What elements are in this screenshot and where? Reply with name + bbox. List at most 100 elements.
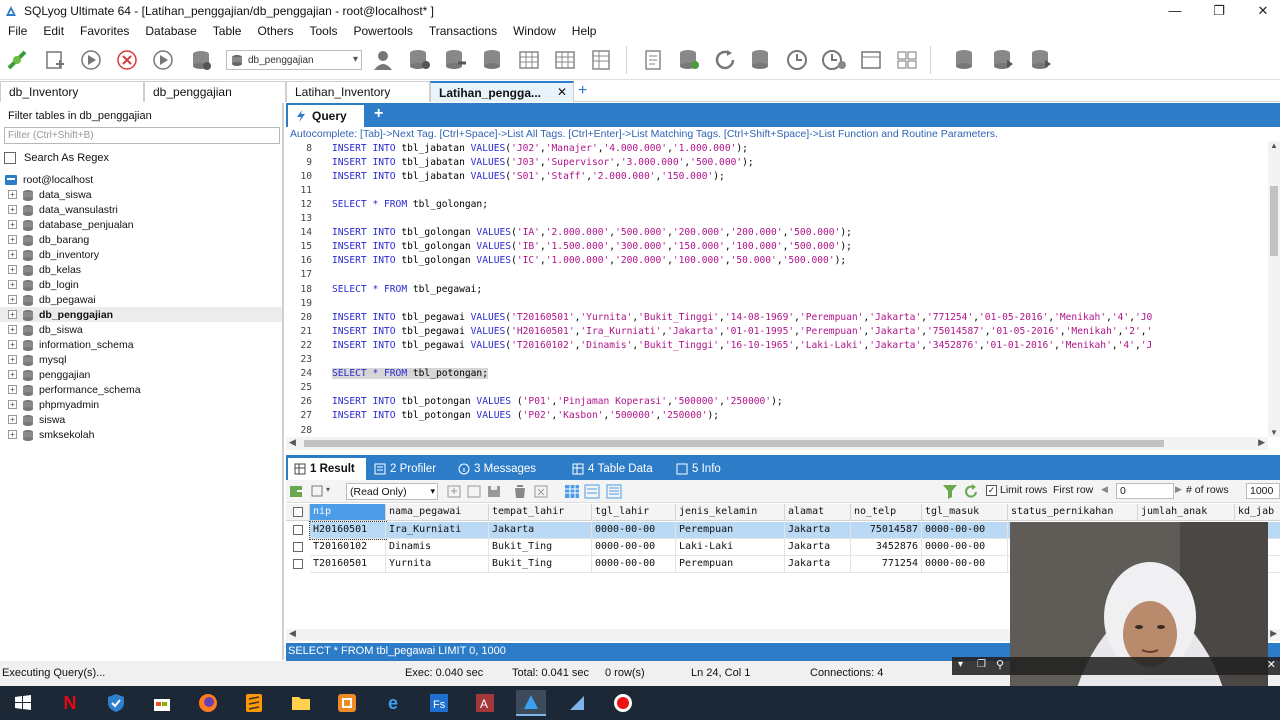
database-copy-icon[interactable] xyxy=(406,47,432,73)
tree-db-mysql[interactable]: + mysql xyxy=(0,352,66,367)
menu-powertools[interactable]: Powertools xyxy=(345,24,420,38)
editor-line[interactable]: 16 INSERT INTO tbl_golongan VALUES('IC','… xyxy=(286,254,846,268)
table-cell[interactable]: 0000-00-00 xyxy=(922,539,1008,556)
query-builder-icon[interactable] xyxy=(640,47,666,73)
expand-icon[interactable]: + xyxy=(8,250,17,259)
sqlyog-taskbar-icon[interactable] xyxy=(516,690,546,716)
editor-vertical-scrollbar[interactable]: ▲ ▼ xyxy=(1268,141,1280,437)
tab-latihan-inventory[interactable]: Latihan_Inventory xyxy=(286,81,430,102)
expand-icon[interactable]: + xyxy=(8,370,17,379)
menu-window[interactable]: Window xyxy=(505,24,564,38)
cam-close-icon[interactable]: ✕ xyxy=(1267,658,1276,671)
editor-line[interactable]: 24 SELECT * FROM tbl_potongan; xyxy=(286,367,488,381)
refresh-icon[interactable] xyxy=(712,47,738,73)
column-header-nip[interactable]: nip xyxy=(310,504,386,521)
column-header-tgl-masuk[interactable]: tgl_masuk xyxy=(922,504,1008,521)
tree-db-penggajian[interactable]: + penggajian xyxy=(0,367,90,382)
editor-line[interactable]: 17 xyxy=(286,268,332,282)
table-cell[interactable]: Jakarta xyxy=(785,556,851,573)
editor-line[interactable]: 26 INSERT INTO tbl_potongan VALUES ('P01'… xyxy=(286,395,782,409)
expand-icon[interactable]: + xyxy=(8,295,17,304)
expand-icon[interactable]: + xyxy=(8,280,17,289)
close-tab-icon[interactable]: ✕ xyxy=(557,85,567,99)
expand-icon[interactable]: + xyxy=(8,235,17,244)
tab-info[interactable]: 5 Info xyxy=(670,458,727,480)
column-header-tgl-lahir[interactable]: tgl_lahir xyxy=(592,504,676,521)
cancel-changes-icon[interactable] xyxy=(533,484,549,499)
tab-db-penggajian[interactable]: db_penggajian xyxy=(144,81,286,102)
menu-file[interactable]: File xyxy=(0,24,35,38)
maximize-button[interactable]: ❐ xyxy=(1196,0,1242,21)
tab-db-inventory[interactable]: db_Inventory xyxy=(0,81,144,102)
regex-checkbox-box[interactable] xyxy=(4,152,16,164)
menu-table[interactable]: Table xyxy=(205,24,250,38)
expand-icon[interactable]: + xyxy=(8,385,17,394)
duplicate-row-icon[interactable] xyxy=(466,484,482,499)
expand-icon[interactable]: + xyxy=(8,265,17,274)
table-cell[interactable]: Jakarta xyxy=(785,539,851,556)
row-checkbox[interactable] xyxy=(293,559,303,569)
firefox-icon[interactable] xyxy=(193,690,223,716)
record-icon[interactable] xyxy=(608,690,638,716)
editor-line[interactable]: 14 INSERT INTO tbl_golongan VALUES('IA','… xyxy=(286,226,851,240)
expand-icon[interactable]: + xyxy=(8,340,17,349)
refresh-object-icon[interactable] xyxy=(188,47,214,73)
copy-dropdown-icon[interactable]: ▾ xyxy=(326,485,330,494)
tree-db-db-barang[interactable]: + db_barang xyxy=(0,232,89,247)
text-view-icon[interactable] xyxy=(606,484,622,499)
editor-line[interactable]: 21 INSERT INTO tbl_pegawai VALUES('H20160… xyxy=(286,324,1152,338)
limit-rows-checkmark-icon[interactable]: ✓ xyxy=(986,484,997,496)
tree-db-data-siswa[interactable]: + data_siswa xyxy=(0,187,92,202)
editor-line[interactable]: 20 INSERT INTO tbl_pegawai VALUES('T20160… xyxy=(286,310,1152,324)
tree-db-smksekolah[interactable]: + smksekolah xyxy=(0,427,94,442)
grid-scroll-left-icon[interactable]: ◀ xyxy=(289,628,296,639)
minimize-button[interactable]: — xyxy=(1152,0,1198,21)
tree-db-database-penjualan[interactable]: + database_penjualan xyxy=(0,217,134,232)
file-explorer-icon[interactable] xyxy=(286,690,316,716)
schema-designer-icon[interactable] xyxy=(588,47,614,73)
user-manager-icon[interactable] xyxy=(370,47,396,73)
column-header-jumlah-anak[interactable]: jumlah_anak xyxy=(1138,504,1235,521)
insert-row-icon[interactable] xyxy=(446,484,462,499)
editor-line[interactable]: 11 xyxy=(286,183,332,197)
import-table-icon[interactable] xyxy=(516,47,542,73)
editor-line[interactable]: 10 INSERT INTO tbl_jabatan VALUES('S01','… xyxy=(286,169,724,183)
editor-line[interactable]: 27 INSERT INTO tbl_potongan VALUES ('P02'… xyxy=(286,409,719,423)
table-cell[interactable]: 3452876 xyxy=(851,539,922,556)
scroll-left-icon[interactable]: ◀ xyxy=(289,437,296,448)
app-orange-icon[interactable] xyxy=(332,690,362,716)
editor-line[interactable]: 8 INSERT INTO tbl_jabatan VALUES('J02','M… xyxy=(286,141,748,155)
menu-tools[interactable]: Tools xyxy=(301,24,345,38)
table-cell[interactable]: Ira_Kurniati xyxy=(386,522,489,539)
access-icon[interactable]: A xyxy=(470,690,500,716)
scheduled-backup-icon[interactable] xyxy=(676,47,702,73)
menu-others[interactable]: Others xyxy=(249,24,301,38)
tree-db-db-kelas[interactable]: + db_kelas xyxy=(0,262,81,277)
security-shield-icon[interactable] xyxy=(101,690,131,716)
tree-db-siswa[interactable]: + siswa xyxy=(0,412,65,427)
tree-db-information-schema[interactable]: + information_schema xyxy=(0,337,134,352)
app-fs-icon[interactable]: Fs xyxy=(424,690,454,716)
column-header-nama-pegawai[interactable]: nama_pegawai xyxy=(386,504,489,521)
cam-resize-icon[interactable]: ❐ xyxy=(977,659,986,670)
windows-start-icon[interactable] xyxy=(8,690,38,716)
data-sync-icon[interactable] xyxy=(990,47,1016,73)
tree-db-data-wansulastri[interactable]: + data_wansulastri xyxy=(0,202,118,217)
tree-root-connection[interactable]: root@localhost xyxy=(4,172,93,187)
table-cell[interactable]: Perempuan xyxy=(676,556,785,573)
expand-icon[interactable]: + xyxy=(8,400,17,409)
expand-icon[interactable]: + xyxy=(8,355,17,364)
table-cell[interactable]: T20160501 xyxy=(310,556,386,573)
clock-icon[interactable] xyxy=(784,47,810,73)
tab-latihan-penggajian[interactable]: Latihan_pengga... ✕ xyxy=(430,81,574,102)
table-cell[interactable]: 0000-00-00 xyxy=(592,556,676,573)
grid-view-icon[interactable] xyxy=(564,484,580,499)
tree-db-db-siswa[interactable]: + db_siswa xyxy=(0,322,83,337)
column-header-status-pernikahan[interactable]: status_pernikahan xyxy=(1008,504,1138,521)
editor-line[interactable]: 15 INSERT INTO tbl_golongan VALUES('IB','… xyxy=(286,240,851,254)
netflix-icon[interactable]: N xyxy=(55,690,85,716)
menu-favorites[interactable]: Favorites xyxy=(72,24,137,38)
search-as-regex-checkbox[interactable]: Search As Regex xyxy=(4,152,109,164)
menu-edit[interactable]: Edit xyxy=(35,24,72,38)
column-header-no-telp[interactable]: no_telp xyxy=(851,504,922,521)
